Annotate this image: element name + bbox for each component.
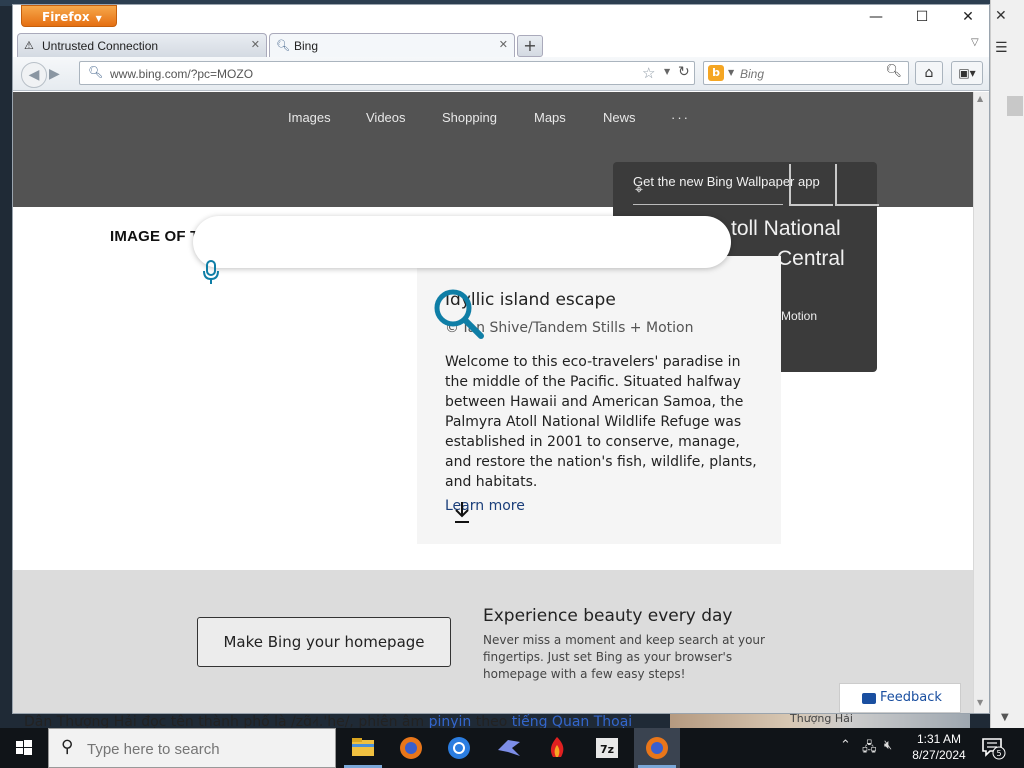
maximize-button[interactable]: ☐ [907, 9, 937, 25]
forward-button[interactable]: ▶ [49, 66, 60, 82]
search-input[interactable] [740, 65, 880, 82]
7zip-icon[interactable]: 7z [584, 728, 630, 768]
menu-icon[interactable]: ☰ [995, 40, 1008, 56]
divider [633, 204, 783, 205]
url-input[interactable] [110, 65, 630, 82]
search-bar[interactable]: b ▼ 🔍︎ [703, 61, 909, 85]
new-tab-button[interactable]: + [517, 35, 543, 57]
close-icon[interactable]: ✕ [995, 8, 1007, 24]
search-go-icon[interactable]: 🔍︎ [885, 64, 902, 79]
notification-center-icon[interactable]: 5 [980, 736, 1006, 760]
firefox-window: Firefox ▼ — ☐ ✕ ⚠ Untrusted Connection ✕ … [12, 4, 990, 714]
svg-text:7z: 7z [600, 743, 614, 756]
volume-muted-icon[interactable]: 🔇︎ [884, 738, 892, 753]
tab-close-icon[interactable]: ✕ [251, 38, 260, 51]
tab-list-icon[interactable]: ▽ [971, 37, 979, 48]
page-viewport: Images Videos Shopping Maps News ··· IMA… [13, 92, 973, 713]
tab-strip: ⚠ Untrusted Connection ✕ 🔍︎ Bing ✕ + ▽ [13, 31, 989, 57]
bing-engine-icon[interactable]: b [708, 65, 724, 81]
nav-maps[interactable]: Maps [534, 110, 566, 125]
background-map-image: Thượng Hải [670, 712, 970, 728]
make-homepage-button[interactable]: Make Bing your homepage [197, 617, 451, 667]
homepage-promo-band: Make Bing your homepage Experience beaut… [13, 570, 973, 713]
scroll-down-icon[interactable]: ▼ [1001, 712, 1009, 723]
firefox-active-icon[interactable] [634, 728, 680, 768]
firefox-menu-button[interactable]: Firefox ▼ [21, 5, 117, 27]
search-icon: ⚲ [61, 737, 74, 757]
warning-icon: ⚠ [24, 40, 34, 52]
experience-body: Never miss a moment and keep search at y… [483, 633, 765, 681]
tab-close-icon[interactable]: ✕ [499, 38, 508, 51]
image-of-the-day-label: IMAGE OF THE DAY [110, 228, 196, 245]
chevron-down-icon: ▼ [95, 14, 102, 23]
experience-title: Experience beauty every day [483, 606, 733, 626]
file-explorer-icon[interactable] [340, 728, 386, 768]
site-identity-icon[interactable]: 🔍︎ [88, 65, 103, 79]
navigation-toolbar: ◀ ▶ 🔍︎ ☆ ▼ ↻ b ▼ 🔍︎ ⌂ ▣▾ [13, 57, 989, 91]
taskbar-search[interactable]: ⚲ [48, 728, 336, 768]
address-bar[interactable]: 🔍︎ ☆ ▼ ↻ [79, 61, 695, 85]
scroll-down-icon[interactable]: ▼ [977, 698, 983, 707]
chrome-icon[interactable] [436, 728, 482, 768]
bing-search-box[interactable] [193, 216, 731, 268]
bing-search-input[interactable] [217, 230, 697, 254]
engine-dropdown-icon[interactable]: ▼ [728, 68, 734, 77]
tab-untrusted-connection[interactable]: ⚠ Untrusted Connection ✕ [17, 33, 267, 57]
bird-app-icon[interactable] [486, 728, 532, 768]
firefox-icon[interactable] [388, 728, 434, 768]
frame-icon [835, 164, 879, 206]
history-dropdown-icon[interactable]: ▼ [664, 67, 670, 76]
windows-start-icon[interactable] [0, 728, 48, 768]
tab-bing[interactable]: 🔍︎ Bing ✕ [269, 33, 515, 57]
search-icon: 🔍︎ [276, 40, 290, 52]
bookmark-star-icon[interactable]: ☆ [642, 64, 655, 82]
download-icon[interactable] [453, 500, 471, 524]
story-body: Welcome to this eco-travelers' paradise … [445, 354, 757, 490]
feedback-button[interactable]: Feedback [839, 683, 961, 713]
frame-icon [789, 164, 833, 206]
nav-shopping[interactable]: Shopping [442, 110, 497, 125]
taskbar: ⚲ 7z ⌃ 🖧︎ 🔇︎ 1:31 AM 8/27/2024 5 [0, 728, 1024, 768]
mandarin-link[interactable]: tiếng Quan Thoại [512, 714, 632, 728]
home-button[interactable]: ⌂ [915, 61, 943, 85]
vertical-scrollbar[interactable]: ▲ ▼ [973, 92, 989, 713]
feedback-icon [862, 693, 876, 704]
scroll-up-icon[interactable]: ▲ [977, 94, 983, 103]
location-pin-icon: ⌖ [635, 182, 643, 198]
chevron-up-icon[interactable]: ⌃ [840, 738, 851, 753]
title-bar: Firefox ▼ — ☐ ✕ [13, 5, 989, 31]
extension-button[interactable]: ▣▾ [951, 61, 983, 85]
close-button[interactable]: ✕ [953, 9, 983, 25]
system-clock[interactable]: 1:31 AM 8/27/2024 [904, 731, 974, 763]
wallpaper-frame-icons [789, 162, 879, 208]
search-icon[interactable] [431, 286, 487, 342]
nav-more[interactable]: ··· [671, 110, 690, 125]
background-document-text: Dân Thượng Hải đọc tên thành phố là /zɑ̃… [24, 714, 633, 728]
back-button[interactable]: ◀ [21, 62, 47, 88]
network-icon[interactable]: 🖧︎ [862, 738, 877, 760]
notification-count: 5 [996, 749, 1001, 758]
minimize-button[interactable]: — [861, 9, 891, 25]
flame-app-icon[interactable] [534, 728, 580, 768]
nav-videos[interactable]: Videos [366, 110, 406, 125]
nav-news[interactable]: News [603, 110, 636, 125]
scrollbar-thumb[interactable] [1007, 96, 1023, 116]
nav-images[interactable]: Images [288, 110, 331, 125]
background-window-edge: ✕ ☰ ▼ [990, 0, 1024, 728]
reload-icon[interactable]: ↻ [678, 64, 690, 80]
microphone-icon[interactable] [201, 260, 221, 286]
taskbar-search-input[interactable] [87, 739, 317, 759]
wallpaper-credit: Motion [781, 309, 818, 323]
pinyin-link[interactable]: pinyin [429, 714, 472, 728]
